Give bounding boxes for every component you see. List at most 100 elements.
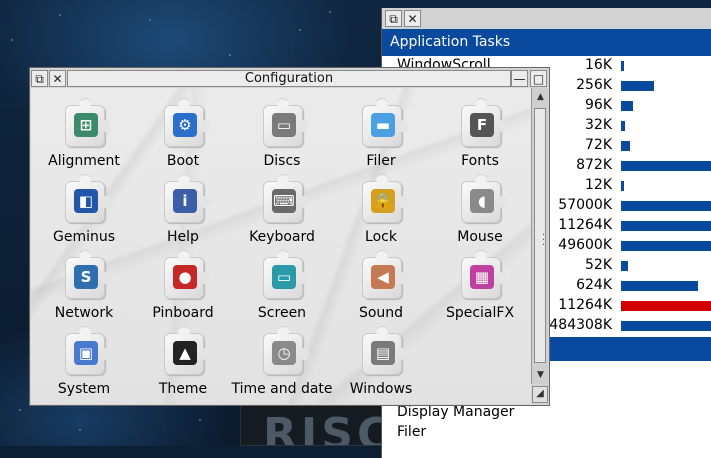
keyboard-icon: ⌨	[263, 174, 309, 223]
config-item-alignment[interactable]: ⊞ Alignment	[34, 98, 134, 179]
task-memory-bar[interactable]	[621, 61, 624, 71]
icon-glyph: 🔒	[371, 189, 395, 213]
task-memory-size: 3484308K	[540, 317, 612, 333]
icon-glyph: ◀	[371, 265, 395, 289]
tasks-close-button[interactable]: ✕	[404, 10, 421, 27]
config-item-fonts[interactable]: F Fonts	[430, 98, 530, 179]
config-item-keyboard[interactable]: ⌨ Keyboard	[232, 174, 332, 255]
task-memory-bar[interactable]	[621, 161, 711, 171]
config-item-time-and-date[interactable]: ◷ Time and date	[231, 326, 333, 404]
config-item-system[interactable]: ▣ System	[34, 326, 134, 404]
padlock-icon: 🔒	[362, 174, 408, 223]
task-memory-size: 49600K	[558, 237, 612, 253]
task-memory-bar[interactable]	[621, 241, 711, 251]
film-icon: ▦	[461, 250, 507, 299]
configuration-window: ⧉ ✕ Configuration — □ ⊞ Alignment ⚙ Boot ▭ Di…	[29, 67, 550, 406]
grip-icon: · · ·	[541, 230, 545, 251]
tasks-header: Application Tasks	[382, 29, 711, 56]
config-title-bar[interactable]: Configuration	[67, 70, 511, 87]
font-icon: F	[461, 98, 507, 147]
task-memory-size: 57000K	[558, 197, 612, 213]
task-memory-size: 16K	[585, 57, 612, 73]
config-icon-grid: ⊞ Alignment ⚙ Boot ▭ Discs ▬ Filer F Fonts ◧ Geminu…	[31, 88, 531, 404]
config-item-label: Fonts	[461, 153, 499, 169]
monitors-icon: ◧	[65, 174, 111, 223]
task-filer[interactable]: Filer	[397, 424, 426, 440]
icon-glyph: ⊞	[74, 113, 98, 137]
icon-glyph: ▲	[173, 341, 197, 365]
folder-icon: ▬	[362, 98, 408, 147]
network-icon: S	[65, 250, 111, 299]
icon-glyph: ⌨	[272, 189, 296, 213]
tasks-titlebar[interactable]: ⧉ ✕	[382, 8, 711, 29]
back-icon: ⧉	[35, 71, 44, 86]
icon-glyph: i	[173, 189, 197, 213]
task-memory-bar[interactable]	[621, 81, 654, 91]
config-item-label: Mouse	[457, 229, 503, 245]
config-item-filer[interactable]: ▬ Filer	[331, 98, 431, 179]
config-item-pinboard[interactable]: ● Pinboard	[133, 250, 233, 331]
config-item-mouse[interactable]: ◖ Mouse	[430, 174, 530, 255]
icon-glyph: ▦	[470, 265, 494, 289]
config-close-button[interactable]: ✕	[49, 70, 66, 87]
config-item-discs[interactable]: ▭ Discs	[232, 98, 332, 179]
config-item-label: SpecialFX	[445, 305, 515, 321]
config-item-sound[interactable]: ◀ Sound	[331, 250, 431, 331]
icon-glyph: ▣	[74, 341, 98, 365]
config-item-network[interactable]: S Network	[34, 250, 134, 331]
close-icon: ✕	[52, 71, 63, 86]
top-hat-icon: ▲	[164, 326, 210, 375]
config-vertical-scrollbar[interactable]: ▲ · · · ▼	[531, 88, 548, 384]
resize-handle[interactable]: ◢	[532, 386, 548, 403]
scroll-up-arrow-icon[interactable]: ▲	[533, 88, 548, 105]
scroll-down-arrow-icon[interactable]: ▼	[533, 366, 548, 383]
monitor-icon: ▭	[263, 250, 309, 299]
config-iconise-button[interactable]: —	[511, 70, 528, 87]
task-memory-bar[interactable]	[621, 201, 711, 211]
task-memory-bar[interactable]	[621, 321, 711, 331]
icon-glyph: S	[74, 265, 98, 289]
config-item-help[interactable]: i Help	[133, 174, 233, 255]
icon-glyph: ◷	[272, 341, 296, 365]
config-item-geminus[interactable]: ◧ Geminus	[34, 174, 134, 255]
mouse-icon: ◖	[461, 174, 507, 223]
task-memory-bar[interactable]	[621, 261, 628, 271]
tasks-back-button[interactable]: ⧉	[385, 10, 402, 27]
task-memory-bar[interactable]	[621, 221, 711, 231]
task-memory-size: 32K	[585, 117, 612, 133]
disc-drive-icon: ▭	[263, 98, 309, 147]
icon-glyph: ▤	[371, 341, 395, 365]
icon-glyph: ◧	[74, 189, 98, 213]
config-toggle-size-button[interactable]: □	[530, 70, 547, 87]
config-item-lock[interactable]: 🔒 Lock	[331, 174, 431, 255]
close-icon: ✕	[407, 11, 418, 26]
scrollbar-thumb[interactable]: · · ·	[534, 108, 546, 363]
resize-icon: ◢	[536, 388, 544, 399]
task-memory-size: 872K	[576, 157, 612, 173]
speaker-icon: ◀	[362, 250, 408, 299]
task-memory-size: 72K	[585, 137, 612, 153]
iconise-icon: —	[513, 71, 526, 86]
task-memory-size: 52K	[585, 257, 612, 273]
task-memory-bar[interactable]	[621, 181, 624, 191]
config-item-boot[interactable]: ⚙ Boot	[133, 98, 233, 179]
task-memory-bar[interactable]	[621, 281, 698, 291]
info-icon: i	[164, 174, 210, 223]
task-display-manager[interactable]: Display Manager	[397, 404, 514, 420]
icon-glyph: ▭	[272, 265, 296, 289]
config-item-screen[interactable]: ▭ Screen	[232, 250, 332, 331]
config-item-specialfx[interactable]: ▦ SpecialFX	[430, 250, 530, 331]
task-memory-bar[interactable]	[621, 101, 633, 111]
system-icon: ▣	[65, 326, 111, 375]
task-memory-bar[interactable]	[621, 301, 711, 311]
back-icon: ⧉	[389, 11, 398, 26]
task-memory-bar[interactable]	[621, 121, 625, 131]
config-back-button[interactable]: ⧉	[31, 70, 48, 87]
config-item-windows[interactable]: ▤ Windows	[331, 326, 431, 404]
task-memory-bar[interactable]	[621, 141, 630, 151]
task-memory-size: 11264K	[558, 297, 612, 313]
clock-icon: ◷	[263, 326, 309, 375]
config-item-theme[interactable]: ▲ Theme	[133, 326, 233, 404]
gear-icon: ⚙	[164, 98, 210, 147]
toggle-size-icon: □	[532, 71, 545, 86]
